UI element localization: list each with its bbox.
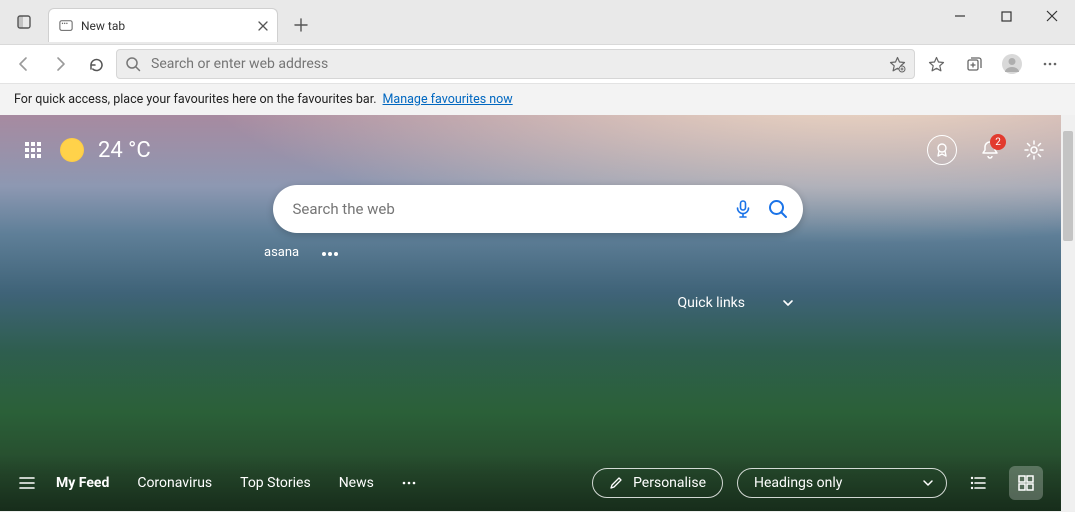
voice-search-icon[interactable] [733, 199, 753, 219]
favourites-message: For quick access, place your favourites … [14, 92, 377, 107]
rewards-icon[interactable] [927, 135, 957, 165]
background-image [0, 115, 1075, 511]
feed-tab-top-stories[interactable]: Top Stories [240, 475, 311, 491]
search-icon [125, 56, 141, 72]
weather-temp: 24 °C [98, 138, 151, 163]
titlebar: New tab [0, 0, 1075, 44]
minimize-button[interactable] [937, 0, 983, 32]
list-view-button[interactable] [961, 466, 995, 500]
weather-sun-icon [60, 138, 84, 162]
address-bar[interactable] [116, 49, 915, 79]
chevron-down-icon [922, 477, 934, 489]
page-settings-icon[interactable] [1023, 139, 1045, 161]
back-button[interactable] [8, 48, 40, 80]
feed-more-icon[interactable] [400, 474, 418, 492]
toolbar [0, 44, 1075, 84]
favorite-star-icon[interactable] [889, 56, 906, 73]
chevron-down-icon [781, 296, 795, 310]
quick-link-item[interactable]: asana [264, 245, 299, 260]
tab-title: New tab [81, 19, 249, 33]
favourites-bar: For quick access, place your favourites … [0, 84, 1075, 115]
maximize-button[interactable] [983, 0, 1029, 32]
refresh-button[interactable] [80, 48, 112, 80]
new-tab-page: 24 °C 2 asana Quick links My [0, 115, 1075, 511]
address-input[interactable] [151, 56, 879, 72]
scrollbar-thumb[interactable] [1063, 131, 1073, 241]
tab-favicon-icon [59, 19, 73, 33]
feed-tab-news[interactable]: News [339, 475, 374, 491]
search-submit-icon[interactable] [767, 198, 789, 220]
tab-actions-button[interactable] [0, 0, 48, 44]
feed-tab-myfeed[interactable]: My Feed [56, 475, 109, 491]
forward-button[interactable] [44, 48, 76, 80]
weather-widget[interactable]: 24 °C [60, 138, 151, 163]
grid-view-button[interactable] [1009, 466, 1043, 500]
new-tab-button[interactable] [284, 8, 318, 42]
layout-dropdown[interactable]: Headings only [737, 468, 947, 498]
settings-more-button[interactable] [1033, 48, 1067, 80]
notification-badge: 2 [990, 134, 1006, 150]
feed-menu-icon[interactable] [18, 474, 36, 492]
quick-links-toggle[interactable]: Quick links [677, 295, 795, 311]
browser-tab[interactable]: New tab [48, 8, 278, 42]
notifications-icon[interactable]: 2 [979, 139, 1001, 161]
manage-favourites-link[interactable]: Manage favourites now [383, 92, 513, 107]
pencil-icon [609, 476, 623, 490]
favorites-button[interactable] [919, 48, 953, 80]
web-search-input[interactable] [293, 200, 719, 218]
app-launcher-icon[interactable] [24, 141, 42, 159]
feed-bar: My Feed Coronavirus Top Stories News Per… [0, 455, 1061, 511]
quick-links-label: Quick links [677, 295, 745, 311]
scrollbar[interactable] [1061, 115, 1075, 511]
feed-tab-coronavirus[interactable]: Coronavirus [137, 475, 212, 491]
collections-button[interactable] [957, 48, 991, 80]
layout-label: Headings only [754, 475, 842, 491]
window-controls [937, 0, 1075, 32]
profile-button[interactable] [995, 48, 1029, 80]
quick-link-more-icon[interactable] [321, 245, 339, 260]
personalise-label: Personalise [633, 475, 706, 491]
tab-close-icon[interactable] [257, 20, 269, 32]
web-search-box[interactable] [273, 185, 803, 233]
close-window-button[interactable] [1029, 0, 1075, 32]
personalise-button[interactable]: Personalise [592, 468, 723, 498]
